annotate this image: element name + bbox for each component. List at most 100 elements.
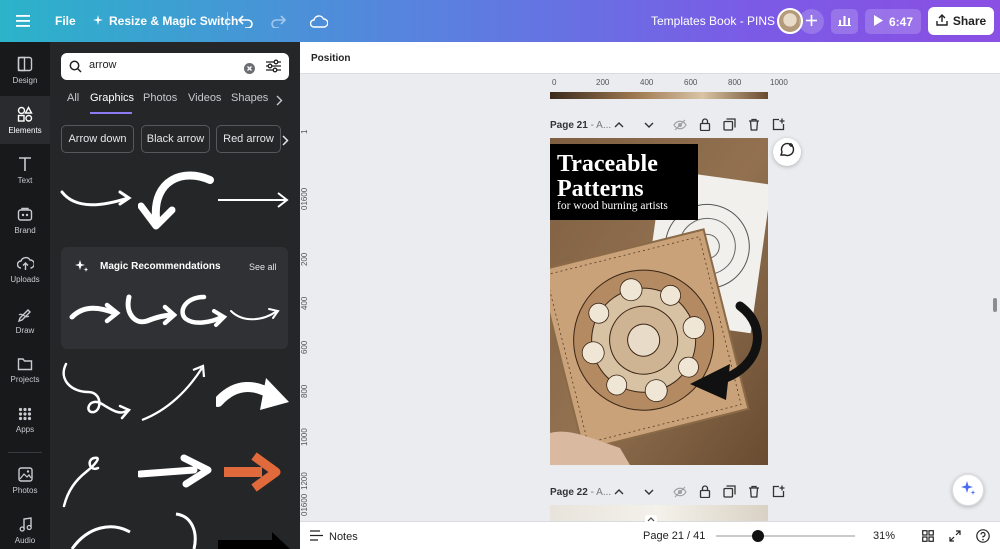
delete-page-icon[interactable] [748,485,760,503]
rail-item-audio[interactable]: Audio [0,507,50,549]
chip-black-arrow[interactable]: Black arrow [141,125,210,153]
cloud-saved-icon[interactable] [310,0,328,42]
lock-icon[interactable] [699,118,711,136]
tab-photos[interactable]: Photos [143,92,177,104]
tab-shapes[interactable]: Shapes [231,92,268,104]
page-21-canvas[interactable]: Traceable Patterns for wood burning arti… [550,138,768,465]
tab-graphics[interactable]: Graphics [90,92,134,104]
share-button[interactable]: Share [928,7,994,35]
graphic-arrow-black[interactable] [216,532,292,549]
tabs-scroll-right-icon[interactable] [276,93,283,111]
notes-button[interactable]: Notes [310,530,358,544]
menu-icon[interactable] [16,0,30,42]
page-21-label[interactable]: Page 21 - A... [550,120,611,131]
ruler-left-tick: 200 [300,252,309,266]
rail-item-brand[interactable]: Brand [0,196,50,244]
rail-item-apps[interactable]: Apps [0,396,50,444]
graphic-arrow-curved-thin[interactable] [58,170,134,220]
chevron-up-icon[interactable] [613,118,625,136]
resize-magic-switch-label: Resize & Magic Switch [109,14,239,28]
rail-divider [8,452,42,453]
add-page-icon[interactable] [772,485,785,503]
position-button[interactable]: Position [311,53,350,64]
pages-expand-handle[interactable] [645,515,657,522]
add-page-icon[interactable] [772,118,785,136]
tab-all[interactable]: All [67,92,79,104]
rail-item-elements[interactable]: Elements [0,96,50,144]
grid-view-icon[interactable] [922,530,934,545]
graphic-arrow-hook[interactable] [168,512,208,549]
undo-icon[interactable] [238,0,254,42]
page-22-label[interactable]: Page 22 - A... [550,487,611,498]
rail-label: Projects [10,374,40,384]
rail-item-projects[interactable]: Projects [0,346,50,394]
graphic-arrow-orange[interactable] [222,452,282,492]
search-box [61,53,289,80]
chevron-down-icon[interactable] [643,485,655,503]
hide-page-icon[interactable] [673,118,687,136]
design-title-block[interactable]: Traceable Patterns for wood burning arti… [550,144,698,220]
zoom-slider[interactable] [716,535,855,537]
page-21-tools [613,118,785,136]
zoom-level[interactable]: 31% [873,530,895,542]
ruler-left-tick: 01600 [300,493,309,516]
magic-graphic-arrow-4[interactable] [229,297,283,327]
chevron-down-icon[interactable] [643,118,655,136]
add-comment-button[interactable] [773,138,801,166]
graphic-arrow-diagonal[interactable] [138,360,214,426]
chip-arrow-down[interactable]: Arrow down [61,125,134,153]
chips-scroll-right-icon[interactable] [282,133,289,151]
magic-assistant-button[interactable] [952,474,984,506]
graphic-arrow-straight[interactable] [216,182,292,222]
graphic-arrow-curved-down[interactable] [137,170,214,230]
help-icon[interactable] [976,529,990,546]
clear-search-icon[interactable] [244,61,255,79]
rail-item-design[interactable]: Design [0,46,50,94]
elements-icon [17,105,33,122]
duplicate-page-icon[interactable] [723,485,736,503]
delete-page-icon[interactable] [748,118,760,136]
context-toolbar: Position [300,42,1000,74]
page-20-preview[interactable] [550,92,768,99]
chip-red-arrow[interactable]: Red arrow [216,125,281,153]
rail-label: Uploads [10,275,40,284]
graphic-arrow-bold-curve[interactable] [213,372,292,416]
file-menu[interactable]: File [55,0,76,42]
play-icon [873,14,883,29]
resize-magic-switch-button[interactable]: Resize & Magic Switch [93,0,238,42]
graphic-arrow-brush-white[interactable] [136,454,214,494]
insights-button[interactable] [831,9,858,34]
page-22-preview[interactable] [550,505,768,521]
redo-icon[interactable] [270,0,286,42]
rail-label: Apps [15,424,35,434]
rail-item-uploads[interactable]: Uploads [0,246,50,294]
fullscreen-icon[interactable] [949,530,961,545]
chevron-up-icon[interactable] [613,485,625,503]
duplicate-page-icon[interactable] [723,118,736,136]
page-indicator[interactable]: Page 21 / 41 [643,530,705,542]
rail-item-text[interactable]: Text [0,146,50,194]
rail-item-draw[interactable]: Draw [0,296,50,344]
graphic-arrow-arc[interactable] [68,520,134,549]
magic-graphic-arrow-1[interactable] [69,295,123,331]
lock-icon[interactable] [699,485,711,503]
hide-page-icon[interactable] [673,485,687,503]
filter-icon[interactable] [266,59,281,78]
present-button[interactable]: 6:47 [865,9,921,34]
search-input[interactable] [89,59,229,71]
add-collaborator-button[interactable] [799,9,824,34]
rail-item-photos[interactable]: Photos [0,457,50,505]
see-all-link[interactable]: See all [249,262,277,272]
rail-label: Audio [14,536,36,545]
notes-label: Notes [329,531,358,543]
zoom-slider-thumb[interactable] [751,530,764,542]
vertical-scrollbar[interactable] [993,298,997,312]
tab-videos[interactable]: Videos [188,92,221,104]
magic-graphic-arrow-3[interactable] [176,291,230,333]
ruler-top: 0 200 400 600 800 1000 [550,76,788,91]
photos-icon [17,467,33,482]
graphic-arrow-loop[interactable] [58,360,134,426]
magic-graphic-arrow-2[interactable] [123,291,178,333]
graphic-arrow-up-loop[interactable] [58,454,134,510]
document-title[interactable]: Templates Book - PINS [651,0,775,42]
